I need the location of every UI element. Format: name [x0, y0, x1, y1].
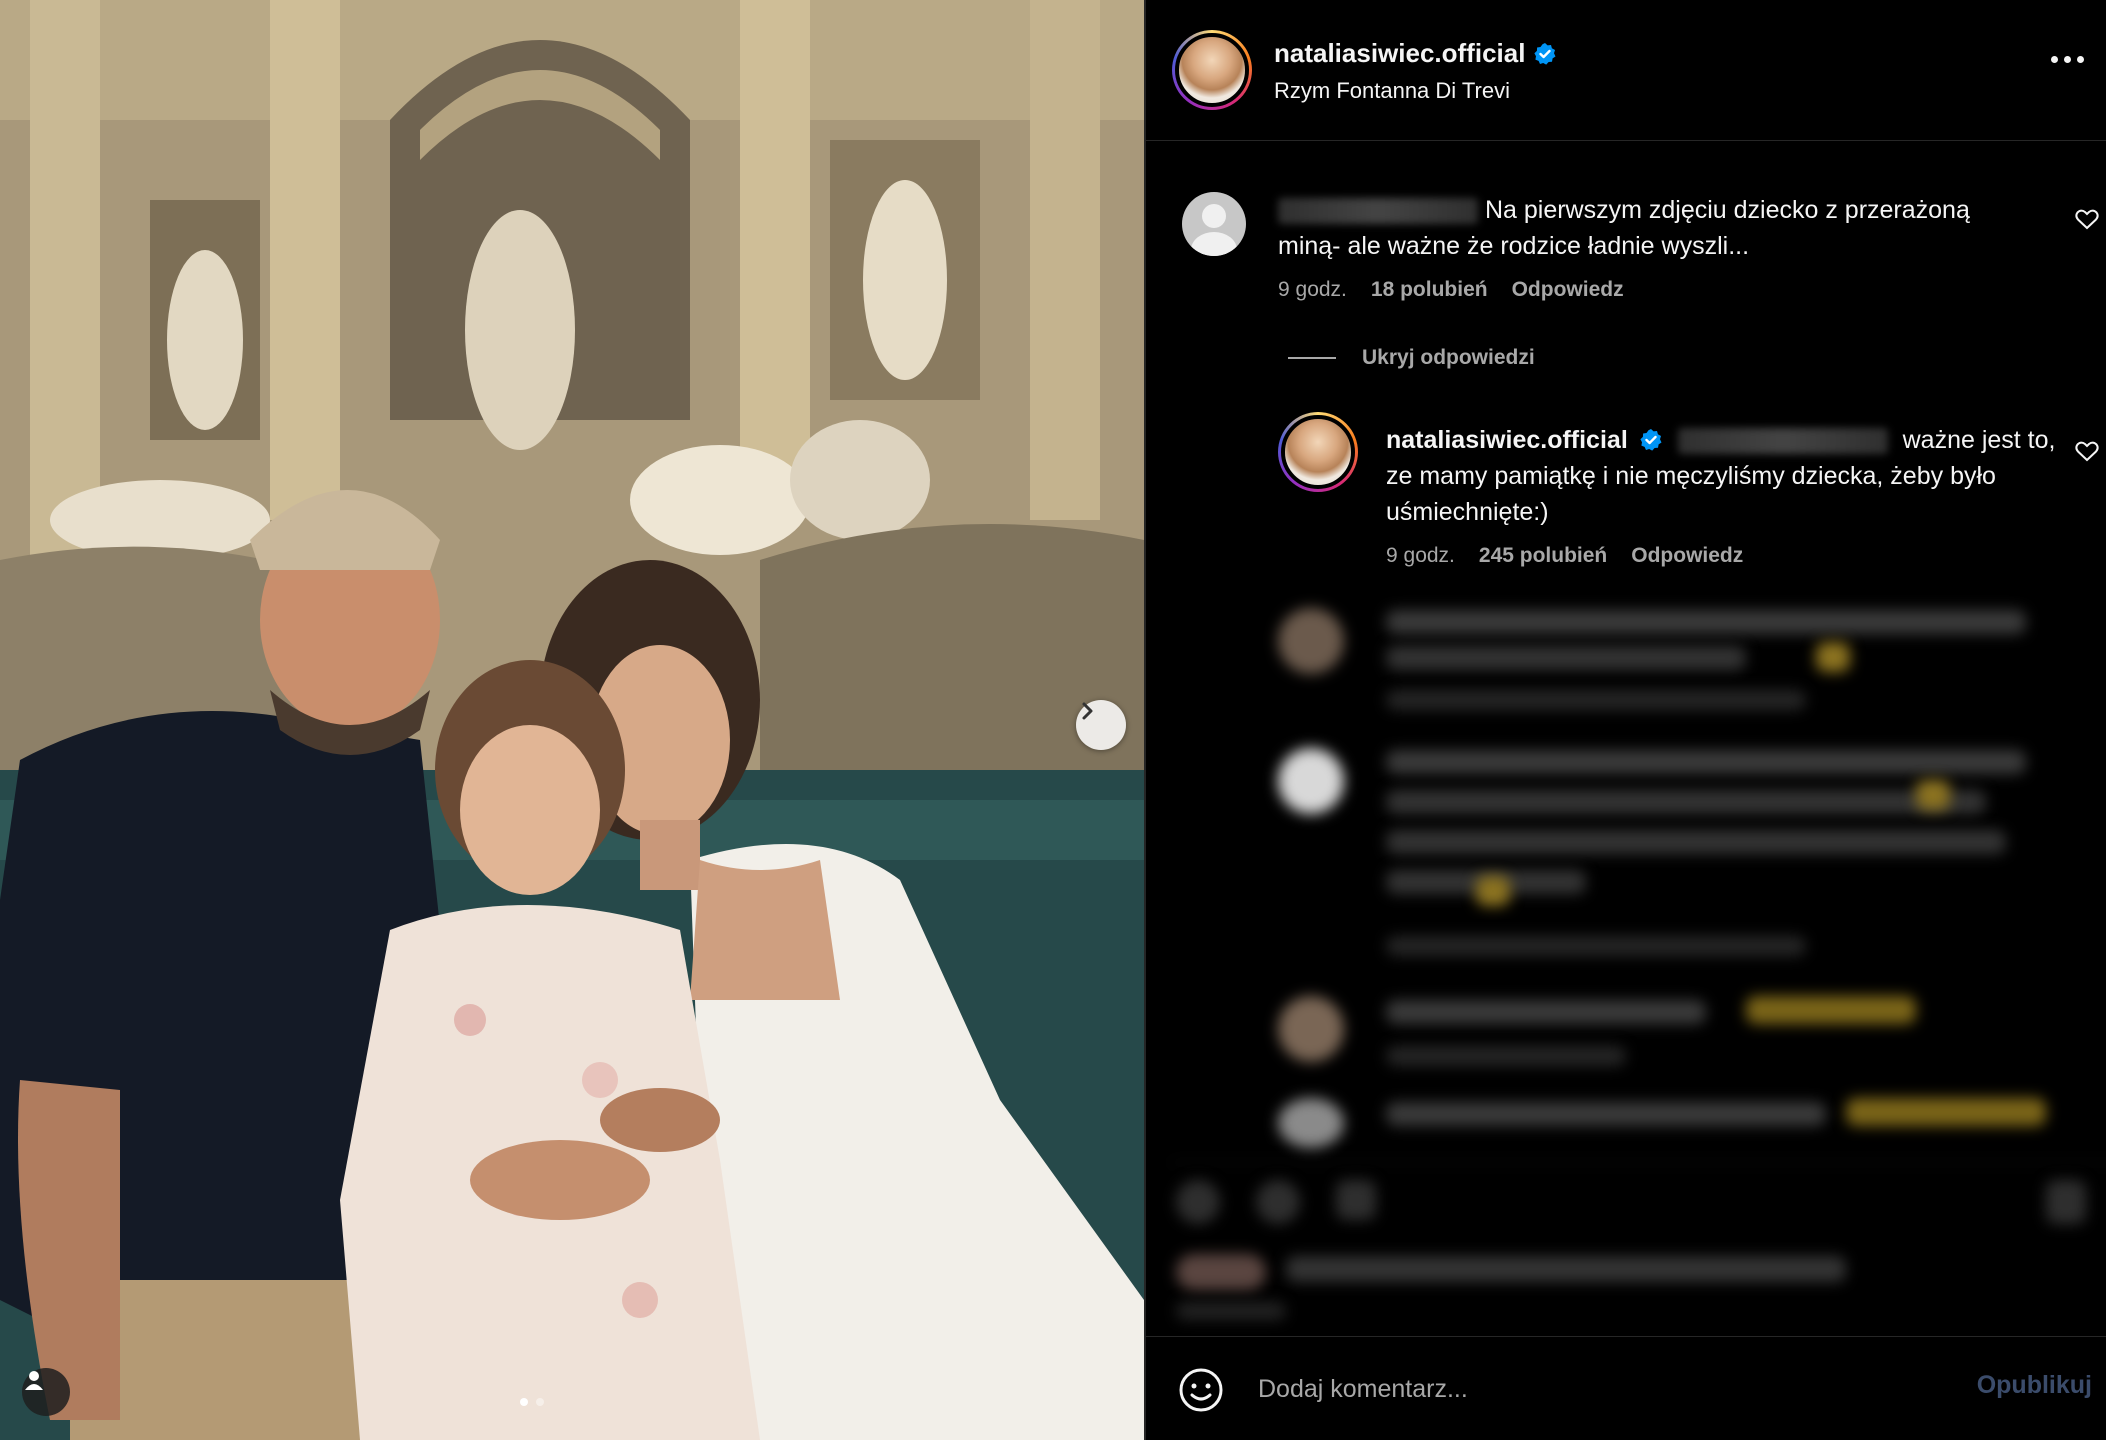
comment-time: 9 godz.: [1278, 278, 1347, 301]
user-tag-button[interactable]: [22, 1368, 70, 1416]
reply-time: 9 godz.: [1386, 544, 1455, 567]
carousel-indicator: [520, 1398, 544, 1406]
carousel-dot: [520, 1398, 528, 1406]
reply-button[interactable]: Odpowiedz: [1631, 544, 1743, 568]
photo-illustration: [0, 0, 1144, 1440]
blurred-comments: [1146, 590, 2106, 1335]
commenter-avatar[interactable]: [1182, 192, 1246, 256]
author-name-row: nataliasiwiec.official: [1274, 38, 1557, 69]
verified-badge-icon: [1639, 426, 1663, 451]
avatar-image: [1281, 415, 1355, 489]
hide-replies-label: Ukryj odpowiedzi: [1362, 346, 1535, 369]
heart-icon[interactable]: [2074, 206, 2100, 232]
post-photo[interactable]: [0, 0, 1144, 1440]
post-header: nataliasiwiec.official Rzym Fontanna Di …: [1146, 0, 2106, 141]
reply: nataliasiwiec.official ważne jest to, ze…: [1386, 422, 2066, 530]
comment-likes[interactable]: 18 polubień: [1371, 278, 1488, 302]
heart-icon[interactable]: [2074, 438, 2100, 464]
more-options-icon[interactable]: [2051, 56, 2084, 63]
blurred-mention: [1677, 428, 1888, 455]
blurred-username: [1278, 198, 1478, 225]
author-username[interactable]: nataliasiwiec.official: [1274, 38, 1525, 69]
post-location[interactable]: Rzym Fontanna Di Trevi: [1274, 78, 1510, 104]
emoji-icon[interactable]: [1178, 1367, 1224, 1413]
add-comment-bar: Opublikuj: [1146, 1336, 2106, 1440]
reply-meta: 9 godz. 245 polubień Odpowiedz: [1386, 544, 1743, 568]
reply-username[interactable]: nataliasiwiec.official: [1386, 426, 1628, 454]
avatar-image: [1175, 33, 1249, 107]
reply-button[interactable]: Odpowiedz: [1512, 278, 1624, 302]
publish-button[interactable]: Opublikuj: [1977, 1371, 2092, 1400]
comment-meta: 9 godz. 18 polubień Odpowiedz: [1278, 278, 1624, 302]
reply-likes[interactable]: 245 polubień: [1479, 544, 1607, 568]
carousel-next-button[interactable]: [1076, 700, 1126, 750]
reply-author-avatar[interactable]: [1278, 412, 1358, 492]
replies-divider: [1288, 357, 1336, 359]
author-avatar[interactable]: [1172, 30, 1252, 110]
comment: Na pierwszym zdjęciu dziecko z przerażon…: [1278, 192, 2018, 264]
comments-panel: nataliasiwiec.official Rzym Fontanna Di …: [1144, 0, 2106, 1440]
carousel-dot: [536, 1398, 544, 1406]
hide-replies-toggle[interactable]: Ukryj odpowiedzi: [1288, 346, 1535, 370]
verified-badge-icon: [1533, 42, 1557, 66]
comment-input[interactable]: [1258, 1365, 1878, 1413]
